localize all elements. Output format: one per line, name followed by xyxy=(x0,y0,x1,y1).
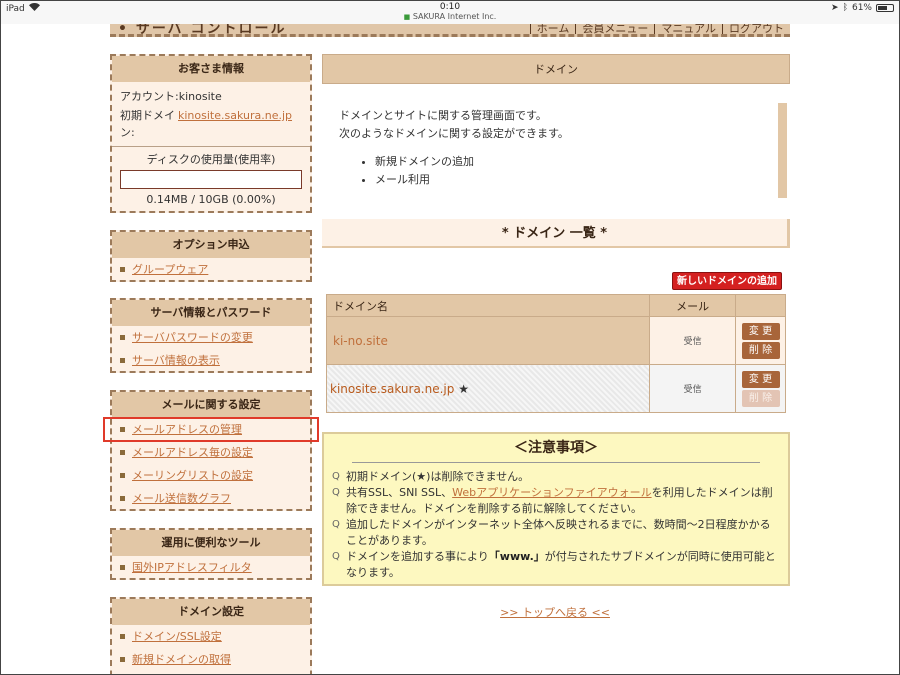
location-icon: ➤ xyxy=(831,3,839,13)
customer-info-box: お客さま情報 アカウント: kinosite 初期ドメイン: kinosite.s… xyxy=(110,54,312,213)
server-info-title: サーバ情報とパスワード xyxy=(112,300,310,326)
note-item: Q ドメインを追加する事により「www.」が付与されたサブドメインが同時に使用可能… xyxy=(332,550,776,579)
mail-settings-box: メールに関する設定 メールアドレスの管理 メールアドレス毎の設定 メーリングリス… xyxy=(110,390,312,511)
mail-status: 受信 xyxy=(649,316,737,365)
sidebar-item-mailing-list: メーリングリストの設定 xyxy=(112,464,310,487)
sidebar-item-mail-graph: メール送信数グラフ xyxy=(112,487,310,510)
sidebar-item-server-password: サーバパスワードの変更 xyxy=(112,326,310,349)
disk-usage-value: 0.14MB / 10GB (0.00%) xyxy=(146,193,276,206)
initial-domain-link[interactable]: kinosite.sakura.ne.jp xyxy=(178,107,292,141)
col-domain-name: ドメイン名 xyxy=(325,294,651,317)
sidebar-item-groupware: グループウェア xyxy=(112,258,310,281)
option-title: オプション申込 xyxy=(112,232,310,258)
clock: 0:10 xyxy=(439,2,461,12)
option-box: オプション申込 グループウェア xyxy=(110,230,312,282)
site-header: • サーバ コントロール ホーム 会員メニュー マニュアル ログアウト xyxy=(110,24,790,37)
nav-manual[interactable]: マニュアル xyxy=(654,24,716,34)
edit-button[interactable]: 変 更 xyxy=(741,370,780,388)
nav-member-menu[interactable]: 会員メニュー xyxy=(575,24,648,34)
sidebar-item-ip-filter: 国外IPアドレスフィルタ xyxy=(112,556,310,579)
site-logo: • サーバ コントロール xyxy=(118,24,287,37)
info-icon: Q xyxy=(332,487,340,498)
tools-title: 運用に便利なツール xyxy=(112,530,310,556)
account-label: アカウント: xyxy=(120,90,179,103)
table-row: kinosite.sakura.ne.jp ★ 受信 変 更 削 除 xyxy=(325,364,786,413)
mail-settings-title: メールに関する設定 xyxy=(112,392,310,418)
col-mail: メール xyxy=(649,294,737,317)
star-icon: ★ xyxy=(458,381,469,396)
account-value: kinosite xyxy=(178,90,222,103)
bluetooth-icon: ᛒ xyxy=(842,3,848,13)
delete-button-disabled: 削 除 xyxy=(741,389,780,407)
notes-title: ＜注意事項＞ xyxy=(352,440,760,463)
sidebar-item-new-domain: 新規ドメインの取得 xyxy=(112,648,310,671)
note-item: Q 初期ドメイン(★)は削除できません。 xyxy=(332,470,530,483)
server-info-box: サーバ情報とパスワード サーバパスワードの変更 サーバ情報の表示 xyxy=(110,298,312,373)
nav-logout[interactable]: ログアウト xyxy=(722,24,784,34)
customer-info-title: お客さま情報 xyxy=(112,56,310,82)
domain-table: ドメイン名 メール ki-no.site 受信 変 更 削 除 kinosite… xyxy=(325,294,786,413)
domain-link[interactable]: ki-no.site xyxy=(333,334,388,348)
battery-percent: 61% xyxy=(851,3,872,13)
lock-icon: ■ xyxy=(403,13,411,21)
info-icon: Q xyxy=(332,471,340,482)
note-item: Q 追加したドメインがインターネット全体へ反映されるまでに、数時間〜2日程度かかる… xyxy=(332,518,771,547)
notes-box: ＜注意事項＞ Q 初期ドメイン(★)は削除できません。 Q 共有SSL、SNI SS… xyxy=(322,432,790,586)
domain-link[interactable]: kinosite.sakura.ne.jp xyxy=(330,382,454,396)
sidebar-item-server-info: サーバ情報の表示 xyxy=(112,349,310,372)
sidebar-item-mail-address-settings: メールアドレス毎の設定 xyxy=(112,441,310,464)
mail-status: 受信 xyxy=(649,364,737,413)
info-icon: Q xyxy=(332,551,340,562)
domain-list-title: * ドメイン 一覧 * xyxy=(322,219,790,248)
battery-icon xyxy=(876,4,894,12)
intro-item: 新規ドメインの追加 xyxy=(375,153,770,171)
status-bar: iPad 0:10 ■ SAKURA Internet Inc. ➤ ᛒ 61% xyxy=(0,0,900,24)
site-name[interactable]: ■ SAKURA Internet Inc. xyxy=(0,12,900,22)
disk-usage: ディスクの使用量(使用率) 0.14MB / 10GB (0.00%) xyxy=(112,146,310,208)
highlight-box xyxy=(103,417,319,442)
intro-item: メール利用 xyxy=(375,171,770,189)
tools-box: 運用に便利なツール 国外IPアドレスフィルタ xyxy=(110,528,312,580)
note-item: Q 共有SSL、SNI SSL、Webアプリケーションファイアウォールを利用したド… xyxy=(332,486,773,515)
sidebar-item-domain-ssl: ドメイン/SSL設定 xyxy=(112,625,310,648)
back-to-top-link[interactable]: >> トップへ戻る << xyxy=(500,606,610,619)
header-nav: ホーム 会員メニュー マニュアル ログアウト xyxy=(529,24,784,34)
info-icon: Q xyxy=(332,519,340,530)
disk-usage-bar xyxy=(120,170,302,189)
nav-home[interactable]: ホーム xyxy=(529,24,569,34)
disk-usage-label: ディスクの使用量(使用率) xyxy=(146,153,276,166)
initial-domain-label: 初期ドメイン: xyxy=(120,109,175,139)
edit-button[interactable]: 変 更 xyxy=(741,322,780,340)
add-domain-button[interactable]: 新しいドメインの追加 xyxy=(672,272,782,290)
delete-button[interactable]: 削 除 xyxy=(741,341,780,359)
table-row: ki-no.site 受信 変 更 削 除 xyxy=(325,316,786,365)
intro-text: ドメインとサイトに関する管理画面です。 次のようなドメインに関する設定ができます… xyxy=(331,103,787,198)
page-title: ドメイン xyxy=(322,54,790,84)
waf-link[interactable]: Webアプリケーションファイアウォール xyxy=(452,486,651,499)
